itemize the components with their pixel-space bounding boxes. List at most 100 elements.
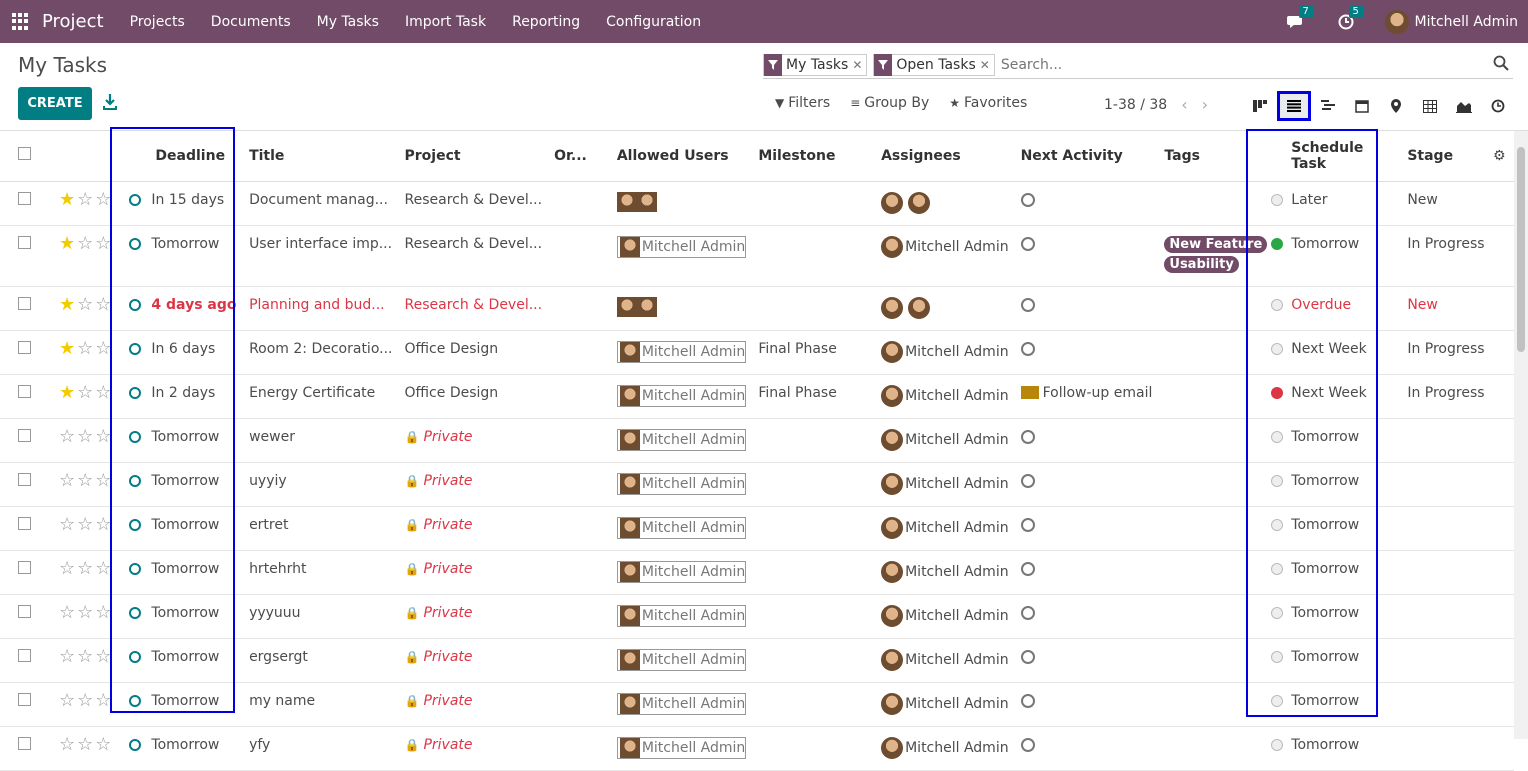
milestone-cell[interactable] [746, 682, 870, 727]
priority-stars[interactable]: ☆ ☆ ☆ [59, 558, 113, 579]
title-cell[interactable]: uyyiy [237, 462, 393, 507]
priority-stars[interactable]: ★ ☆ ☆ [59, 234, 113, 253]
star-icon[interactable]: ☆ [77, 338, 93, 359]
star-icon[interactable]: ☆ [59, 426, 75, 447]
kanban-view-button[interactable] [1243, 92, 1277, 120]
allowed-user-tag[interactable]: Mitchell Admin [616, 604, 747, 627]
search-icon[interactable] [1493, 55, 1509, 71]
allowed-user-tag[interactable]: Mitchell Admin [616, 428, 747, 451]
app-brand[interactable]: Project [42, 11, 104, 32]
chevron-right-icon[interactable]: › [1202, 95, 1208, 114]
allowed-user-tag[interactable]: Mitchell Admin [616, 472, 747, 495]
star-icon[interactable]: ☆ [59, 514, 75, 535]
milestone-cell[interactable] [746, 418, 870, 463]
sliders-icon[interactable]: ⚙ [1493, 148, 1506, 164]
stage-cell[interactable]: In Progress [1387, 330, 1485, 375]
project-cell[interactable]: Research & Devel... [392, 225, 543, 287]
next-activity-cell[interactable] [1008, 682, 1153, 727]
next-activity-cell[interactable] [1008, 225, 1153, 287]
header-project[interactable]: Project [392, 131, 543, 182]
project-cell[interactable]: 🔒 Private [392, 418, 543, 463]
star-icon[interactable]: ☆ [59, 734, 75, 755]
star-icon[interactable]: ☆ [59, 602, 75, 623]
star-icon[interactable]: ☆ [95, 189, 111, 210]
priority-stars[interactable]: ☆ ☆ ☆ [59, 602, 113, 623]
user-avatar[interactable] [881, 296, 904, 319]
next-activity-cell[interactable] [1008, 726, 1153, 771]
project-cell[interactable]: 🔒 Private [392, 726, 543, 771]
stage-cell[interactable]: In Progress [1387, 225, 1485, 287]
star-icon[interactable]: ☆ [59, 558, 75, 579]
star-icon[interactable]: ☆ [77, 514, 93, 535]
clock-icon[interactable] [1020, 737, 1035, 752]
pager-value[interactable]: 1-38 / 38 [1104, 97, 1167, 113]
project-cell[interactable]: Research & Devel... [392, 181, 543, 226]
star-icon[interactable]: ☆ [77, 294, 93, 315]
star-icon[interactable]: ★ [59, 382, 75, 403]
stage-cell[interactable] [1387, 506, 1485, 551]
assignees-cell[interactable]: Mitchell Admin [869, 726, 1009, 771]
vertical-scrollbar[interactable] [1514, 131, 1528, 739]
clock-icon[interactable] [1020, 473, 1035, 488]
allowed-users-cell[interactable] [604, 181, 747, 226]
row-checkbox[interactable] [18, 692, 31, 706]
status-dot[interactable] [1271, 738, 1284, 751]
title-cell[interactable]: Energy Certificate [237, 374, 393, 419]
header-next-activity[interactable]: Next Activity [1008, 131, 1153, 182]
stage-cell[interactable] [1387, 550, 1485, 595]
schedule-task-cell[interactable]: Tomorrow [1267, 726, 1388, 771]
graph-view-button[interactable] [1447, 92, 1481, 120]
title-cell[interactable]: ergsergt [237, 638, 393, 683]
clock-icon[interactable] [1020, 517, 1035, 532]
header-allowed-users[interactable]: Allowed Users [604, 131, 747, 182]
clock-icon[interactable] [1020, 429, 1035, 444]
table-row[interactable]: ☆ ☆ ☆ Tomorrow yfy 🔒 Private Mitchell Admin Mitc… [0, 726, 1514, 771]
header-assignees[interactable]: Assignees [869, 131, 1009, 182]
clock-icon[interactable] [1020, 649, 1035, 664]
next-activity-cell[interactable] [1008, 550, 1153, 595]
star-icon[interactable]: ☆ [95, 426, 111, 447]
star-icon[interactable]: ☆ [95, 734, 111, 755]
next-activity-cell[interactable] [1008, 462, 1153, 507]
project-cell[interactable]: Office Design [392, 330, 543, 375]
clock-icon[interactable] [1020, 561, 1035, 576]
menu-projects[interactable]: Projects [130, 14, 185, 30]
star-icon[interactable]: ☆ [77, 470, 93, 491]
row-checkbox[interactable] [18, 428, 31, 442]
milestone-cell[interactable]: Final Phase [746, 330, 870, 375]
menu-reporting[interactable]: Reporting [512, 14, 580, 30]
allowed-user-tag[interactable]: Mitchell Admin [616, 516, 747, 539]
assignees-cell[interactable]: Mitchell Admin [869, 330, 1009, 375]
project-cell[interactable]: Office Design [392, 374, 543, 419]
project-cell[interactable]: 🔒 Private [392, 638, 543, 683]
assignees-cell[interactable]: Mitchell Admin [869, 506, 1009, 551]
next-activity-cell[interactable]: Follow-up email [1008, 374, 1153, 419]
star-icon[interactable]: ☆ [95, 382, 111, 403]
star-icon[interactable]: ★ [59, 189, 75, 210]
map-view-button[interactable] [1379, 92, 1413, 120]
assignees-cell[interactable]: Mitchell Admin [869, 462, 1009, 507]
header-milestone[interactable]: Milestone [746, 131, 870, 182]
milestone-cell[interactable] [746, 594, 870, 639]
assignees-cell[interactable]: Mitchell Admin [869, 594, 1009, 639]
milestone-cell[interactable] [746, 181, 870, 226]
pivot-view-button[interactable] [1413, 92, 1447, 120]
allowed-users-cell[interactable]: Mitchell Admin [604, 462, 747, 507]
next-activity-cell[interactable] [1008, 506, 1153, 551]
star-icon[interactable]: ☆ [95, 558, 111, 579]
milestone-cell[interactable] [746, 225, 870, 287]
user-avatar[interactable] [907, 191, 930, 214]
star-icon[interactable]: ☆ [77, 690, 93, 711]
stage-cell[interactable] [1387, 594, 1485, 639]
allowed-users-cell[interactable]: Mitchell Admin [604, 374, 747, 419]
next-activity-cell[interactable] [1008, 330, 1153, 375]
apps-menu-icon[interactable] [12, 12, 30, 31]
stage-cell[interactable] [1387, 638, 1485, 683]
milestone-cell[interactable] [746, 638, 870, 683]
star-icon[interactable]: ☆ [95, 470, 111, 491]
row-checkbox[interactable] [18, 384, 31, 398]
star-icon[interactable]: ☆ [77, 734, 93, 755]
allowed-users-cell[interactable]: Mitchell Admin [604, 330, 747, 375]
title-cell[interactable]: ertret [237, 506, 393, 551]
row-checkbox[interactable] [18, 472, 31, 486]
